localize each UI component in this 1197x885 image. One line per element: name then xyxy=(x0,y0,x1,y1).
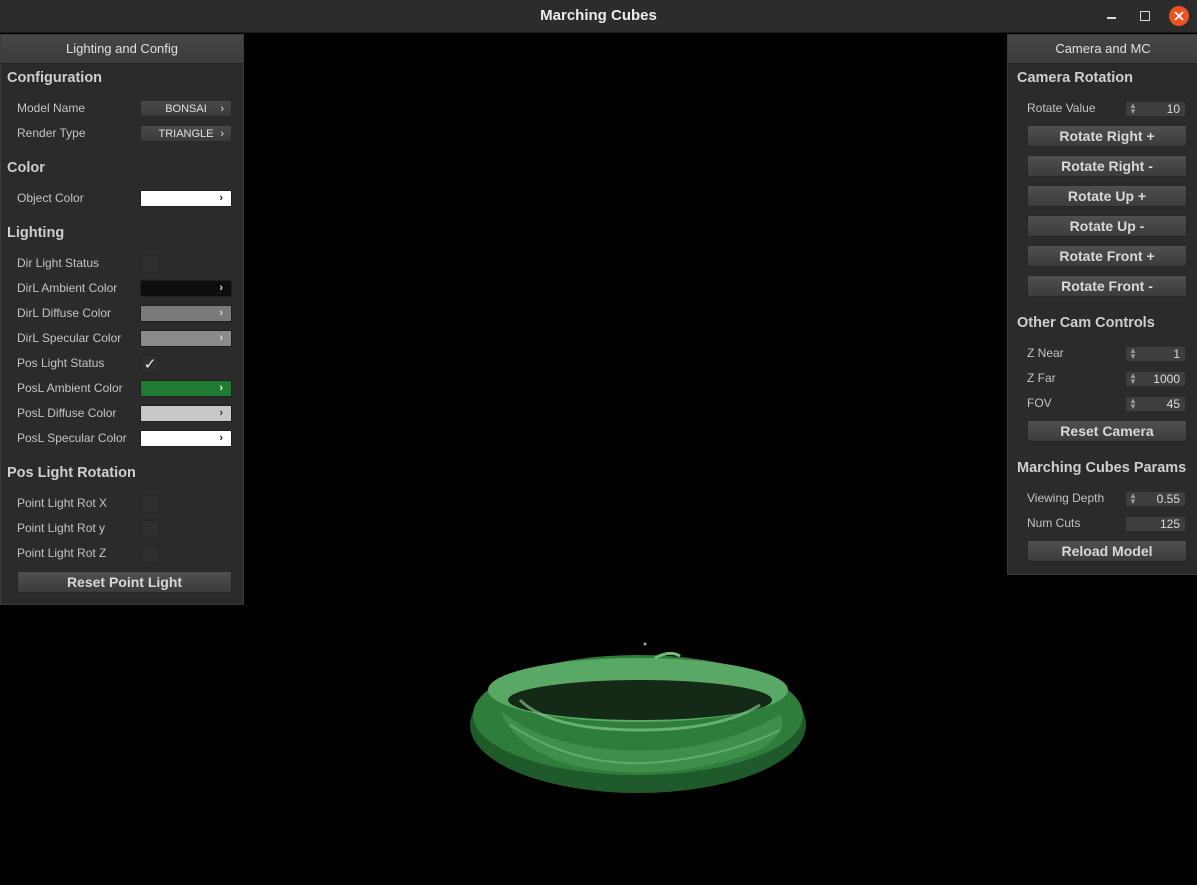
spinner-arrows-icon: ▲ ▼ xyxy=(1129,371,1137,386)
section-configuration: Configuration xyxy=(7,70,103,86)
panel-header-right[interactable]: Camera and MC xyxy=(1008,35,1197,64)
rotate-up-minus-button[interactable]: Rotate Up - xyxy=(1027,215,1187,237)
minimize-button[interactable] xyxy=(1101,6,1121,26)
chevron-right-icon: › xyxy=(219,192,223,204)
section-marching-cubes-params: Marching Cubes Params xyxy=(1017,460,1187,476)
fov-label: FOV xyxy=(1027,396,1052,410)
fov-spinner[interactable]: ▲ ▼ 45 xyxy=(1125,396,1186,412)
window-titlebar: Marching Cubes xyxy=(0,0,1197,33)
num-cuts-value: 125 xyxy=(1159,517,1180,531)
dirl-diffuse-swatch[interactable]: › xyxy=(140,305,232,322)
checkmark-icon: ✓ xyxy=(143,356,157,373)
model-name-value: BONSAI xyxy=(165,103,207,115)
model-name-label: Model Name xyxy=(17,101,86,115)
pos-light-status-label: Pos Light Status xyxy=(17,356,105,370)
rotate-front-minus-button[interactable]: Rotate Front - xyxy=(1027,275,1187,297)
reset-point-light-button[interactable]: Reset Point Light xyxy=(17,571,232,593)
viewing-depth-value: 0.55 xyxy=(1156,492,1180,506)
num-cuts-field[interactable]: 125 xyxy=(1125,516,1186,532)
posl-specular-label: PosL Specular Color xyxy=(17,431,127,445)
z-far-label: Z Far xyxy=(1027,371,1056,385)
viewing-depth-spinner[interactable]: ▲ ▼ 0.55 xyxy=(1125,491,1186,507)
reset-camera-button[interactable]: Reset Camera xyxy=(1027,420,1187,442)
chevron-right-icon: › xyxy=(220,103,224,115)
num-cuts-label: Num Cuts xyxy=(1027,516,1081,530)
close-button[interactable] xyxy=(1169,6,1189,26)
spinner-arrows-icon: ▲ ▼ xyxy=(1129,396,1137,411)
fov-value: 45 xyxy=(1166,397,1180,411)
z-near-value: 1 xyxy=(1173,347,1180,361)
reload-model-button[interactable]: Reload Model xyxy=(1027,540,1187,562)
posl-ambient-swatch[interactable]: › xyxy=(140,380,232,397)
model-name-select[interactable]: BONSAI › xyxy=(140,100,232,117)
rotate-front-plus-button[interactable]: Rotate Front + xyxy=(1027,245,1187,267)
dirl-specular-label: DirL Specular Color xyxy=(17,331,122,345)
rotate-right-plus-button[interactable]: Rotate Right + xyxy=(1027,125,1187,147)
section-pos-light-rotation: Pos Light Rotation xyxy=(7,465,136,481)
rot-z-label: Point Light Rot Z xyxy=(17,546,107,560)
panel-header-left[interactable]: Lighting and Config xyxy=(1,35,243,64)
spinner-arrows-icon: ▲ ▼ xyxy=(1129,491,1137,506)
dir-light-status-label: Dir Light Status xyxy=(17,256,100,270)
chevron-right-icon: › xyxy=(219,432,223,444)
render-type-label: Render Type xyxy=(17,126,86,140)
object-color-label: Object Color xyxy=(17,191,84,205)
z-far-spinner[interactable]: ▲ ▼ 1000 xyxy=(1125,371,1186,387)
dirl-ambient-label: DirL Ambient Color xyxy=(17,281,118,295)
rotate-value-spinner[interactable]: ▲ ▼ 10 xyxy=(1125,101,1186,117)
dirl-specular-swatch[interactable]: › xyxy=(140,330,232,347)
rot-z-checkbox[interactable] xyxy=(141,545,159,563)
section-camera-rotation: Camera Rotation xyxy=(1017,70,1134,86)
maximize-icon xyxy=(1140,11,1150,21)
chevron-right-icon: › xyxy=(219,382,223,394)
close-icon xyxy=(1174,11,1184,21)
rotate-up-plus-button[interactable]: Rotate Up + xyxy=(1027,185,1187,207)
section-lighting: Lighting xyxy=(7,225,65,241)
posl-ambient-label: PosL Ambient Color xyxy=(17,381,123,395)
section-other-cam-controls: Other Cam Controls xyxy=(1017,315,1155,331)
dir-light-status-checkbox[interactable] xyxy=(141,255,159,273)
pos-light-status-checkbox[interactable]: ✓ xyxy=(141,355,159,373)
rotate-value-label: Rotate Value xyxy=(1027,101,1096,115)
dirl-diffuse-label: DirL Diffuse Color xyxy=(17,306,112,320)
z-near-spinner[interactable]: ▲ ▼ 1 xyxy=(1125,346,1186,362)
rot-x-checkbox[interactable] xyxy=(141,495,159,513)
section-color: Color xyxy=(7,160,45,176)
rotate-value: 10 xyxy=(1166,102,1180,116)
window-title: Marching Cubes xyxy=(540,7,657,24)
spinner-arrows-icon: ▲ ▼ xyxy=(1129,101,1137,116)
posl-specular-swatch[interactable]: › xyxy=(140,430,232,447)
spinner-arrows-icon: ▲ ▼ xyxy=(1129,346,1137,361)
render-type-select[interactable]: TRIANGLE › xyxy=(140,125,232,142)
minimize-icon xyxy=(1106,17,1116,19)
rendered-model xyxy=(470,642,806,793)
chevron-right-icon: › xyxy=(219,307,223,319)
chevron-right-icon: › xyxy=(219,332,223,344)
rot-y-label: Point Light Rot y xyxy=(17,521,106,535)
chevron-right-icon: › xyxy=(219,407,223,419)
dirl-ambient-swatch[interactable]: › xyxy=(140,280,232,297)
maximize-button[interactable] xyxy=(1135,6,1155,26)
render-type-value: TRIANGLE xyxy=(158,128,214,140)
chevron-right-icon: › xyxy=(220,128,224,140)
viewing-depth-label: Viewing Depth xyxy=(1027,491,1105,505)
rot-x-label: Point Light Rot X xyxy=(17,496,108,510)
posl-diffuse-swatch[interactable]: › xyxy=(140,405,232,422)
rotate-right-minus-button[interactable]: Rotate Right - xyxy=(1027,155,1187,177)
z-near-label: Z Near xyxy=(1027,346,1064,360)
rot-y-checkbox[interactable] xyxy=(141,520,159,538)
chevron-right-icon: › xyxy=(219,282,223,294)
object-color-swatch[interactable]: › xyxy=(140,190,232,207)
z-far-value: 1000 xyxy=(1153,372,1180,386)
posl-diffuse-label: PosL Diffuse Color xyxy=(17,406,117,420)
